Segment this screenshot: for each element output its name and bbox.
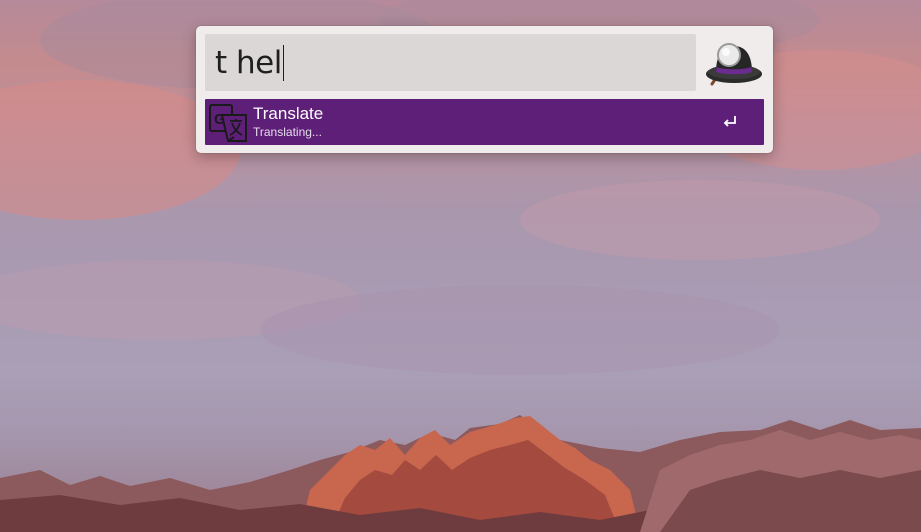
- search-input[interactable]: t hel: [205, 34, 696, 91]
- result-subtitle: Translating...: [253, 125, 322, 139]
- alfred-hat-icon[interactable]: [702, 38, 764, 88]
- return-key-icon: [723, 116, 736, 127]
- launcher-window: t hel G Translate Translating...: [196, 26, 773, 153]
- result-row-translate[interactable]: G Translate Translating...: [205, 99, 764, 145]
- text-caret: [282, 44, 285, 81]
- search-query-text: t hel: [215, 44, 282, 81]
- result-title: Translate: [253, 104, 324, 123]
- google-translate-icon: G: [209, 104, 247, 142]
